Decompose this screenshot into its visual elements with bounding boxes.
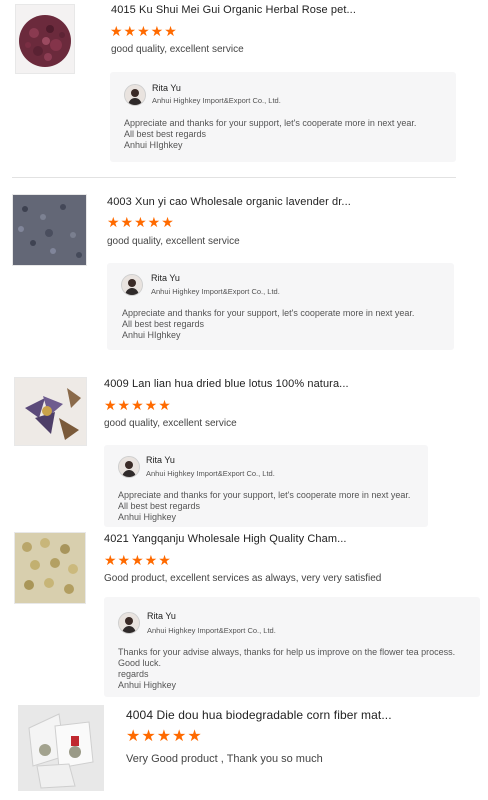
rose-petal-image: [16, 5, 74, 73]
seller-reply: Rita Yu Anhui Highkey Import&Export Co.,…: [107, 263, 454, 350]
rating-stars: ★★★★★: [126, 728, 203, 745]
rating-stars: ★★★★★: [110, 23, 178, 39]
seller-name: Rita Yu: [147, 611, 176, 621]
seller-company: Anhui Highkey Import&Export Co., Ltd.: [146, 469, 275, 478]
blue-lotus-image: [15, 378, 86, 445]
reply-line: Appreciate and thanks for your support, …: [124, 118, 417, 128]
seller-avatar-icon: [121, 274, 143, 296]
product-title[interactable]: 4009 Lan lian hua dried blue lotus 100% …: [104, 378, 349, 390]
seller-company: Anhui Highkey Import&Export Co., Ltd.: [152, 96, 281, 105]
seller-reply: Rita Yu Anhui Highkey Import&Export Co.,…: [104, 445, 428, 527]
reply-line: Anhui Highkey: [118, 680, 177, 690]
product-thumbnail[interactable]: [12, 194, 87, 266]
review-comment: Very Good product , Thank you so much: [126, 753, 323, 765]
reply-line: Anhui Highkey: [118, 512, 177, 522]
seller-reply: Rita Yu Anhui Highkey Import&Export Co.,…: [104, 597, 480, 697]
reply-line: Good luck.: [118, 658, 162, 668]
seller-avatar-icon: [124, 84, 146, 106]
reply-line: All best best regards: [118, 501, 201, 511]
tea-bag-image: [19, 706, 103, 790]
review-comment: good quality, excellent service: [111, 44, 244, 55]
reply-text: Appreciate and thanks for your support, …: [124, 118, 416, 151]
rating-stars: ★★★★★: [104, 552, 172, 568]
reply-line: Thanks for your advise always, thanks fo…: [118, 647, 456, 657]
product-thumbnail[interactable]: [15, 4, 75, 74]
product-title[interactable]: 4004 Die dou hua biodegradable corn fibe…: [126, 708, 392, 722]
seller-company: Anhui Highkey Import&Export Co., Ltd.: [147, 626, 276, 635]
reply-line: Anhui HIghkey: [124, 140, 183, 150]
seller-reply: Rita Yu Anhui Highkey Import&Export Co.,…: [110, 72, 456, 162]
reply-text: Thanks for your advise always, thanks fo…: [118, 647, 455, 691]
product-title[interactable]: 4003 Xun yi cao Wholesale organic lavend…: [107, 196, 351, 208]
product-thumbnail[interactable]: [18, 705, 104, 791]
review-comment: good quality, excellent service: [107, 236, 240, 247]
rating-stars: ★★★★★: [104, 397, 172, 413]
product-thumbnail[interactable]: [14, 532, 86, 604]
seller-avatar-icon: [118, 612, 140, 634]
reply-text: Appreciate and thanks for your support, …: [118, 490, 410, 523]
seller-name: Rita Yu: [151, 273, 180, 283]
rating-stars: ★★★★★: [107, 214, 175, 230]
seller-avatar-icon: [118, 456, 140, 478]
reply-text: Appreciate and thanks for your support, …: [122, 308, 414, 341]
review-comment: Good product, excellent services as alwa…: [104, 573, 382, 584]
reply-line: Appreciate and thanks for your support, …: [118, 490, 411, 500]
lavender-image: [13, 195, 86, 265]
reply-line: Anhui HIghkey: [122, 330, 181, 340]
product-thumbnail[interactable]: [14, 377, 87, 446]
seller-name: Rita Yu: [152, 83, 181, 93]
reply-line: All best best regards: [124, 129, 207, 139]
review-comment: good quality, excellent service: [104, 418, 237, 429]
reply-line: regards: [118, 669, 149, 679]
reply-line: All best best regards: [122, 319, 205, 329]
product-title[interactable]: 4021 Yangqanju Wholesale High Quality Ch…: [104, 533, 347, 545]
product-title[interactable]: 4015 Ku Shui Mei Gui Organic Herbal Rose…: [111, 4, 356, 16]
seller-company: Anhui Highkey Import&Export Co., Ltd.: [151, 287, 280, 296]
chamomile-image: [15, 533, 85, 603]
seller-name: Rita Yu: [146, 455, 175, 465]
divider: [12, 177, 456, 178]
reply-line: Appreciate and thanks for your support, …: [122, 308, 415, 318]
